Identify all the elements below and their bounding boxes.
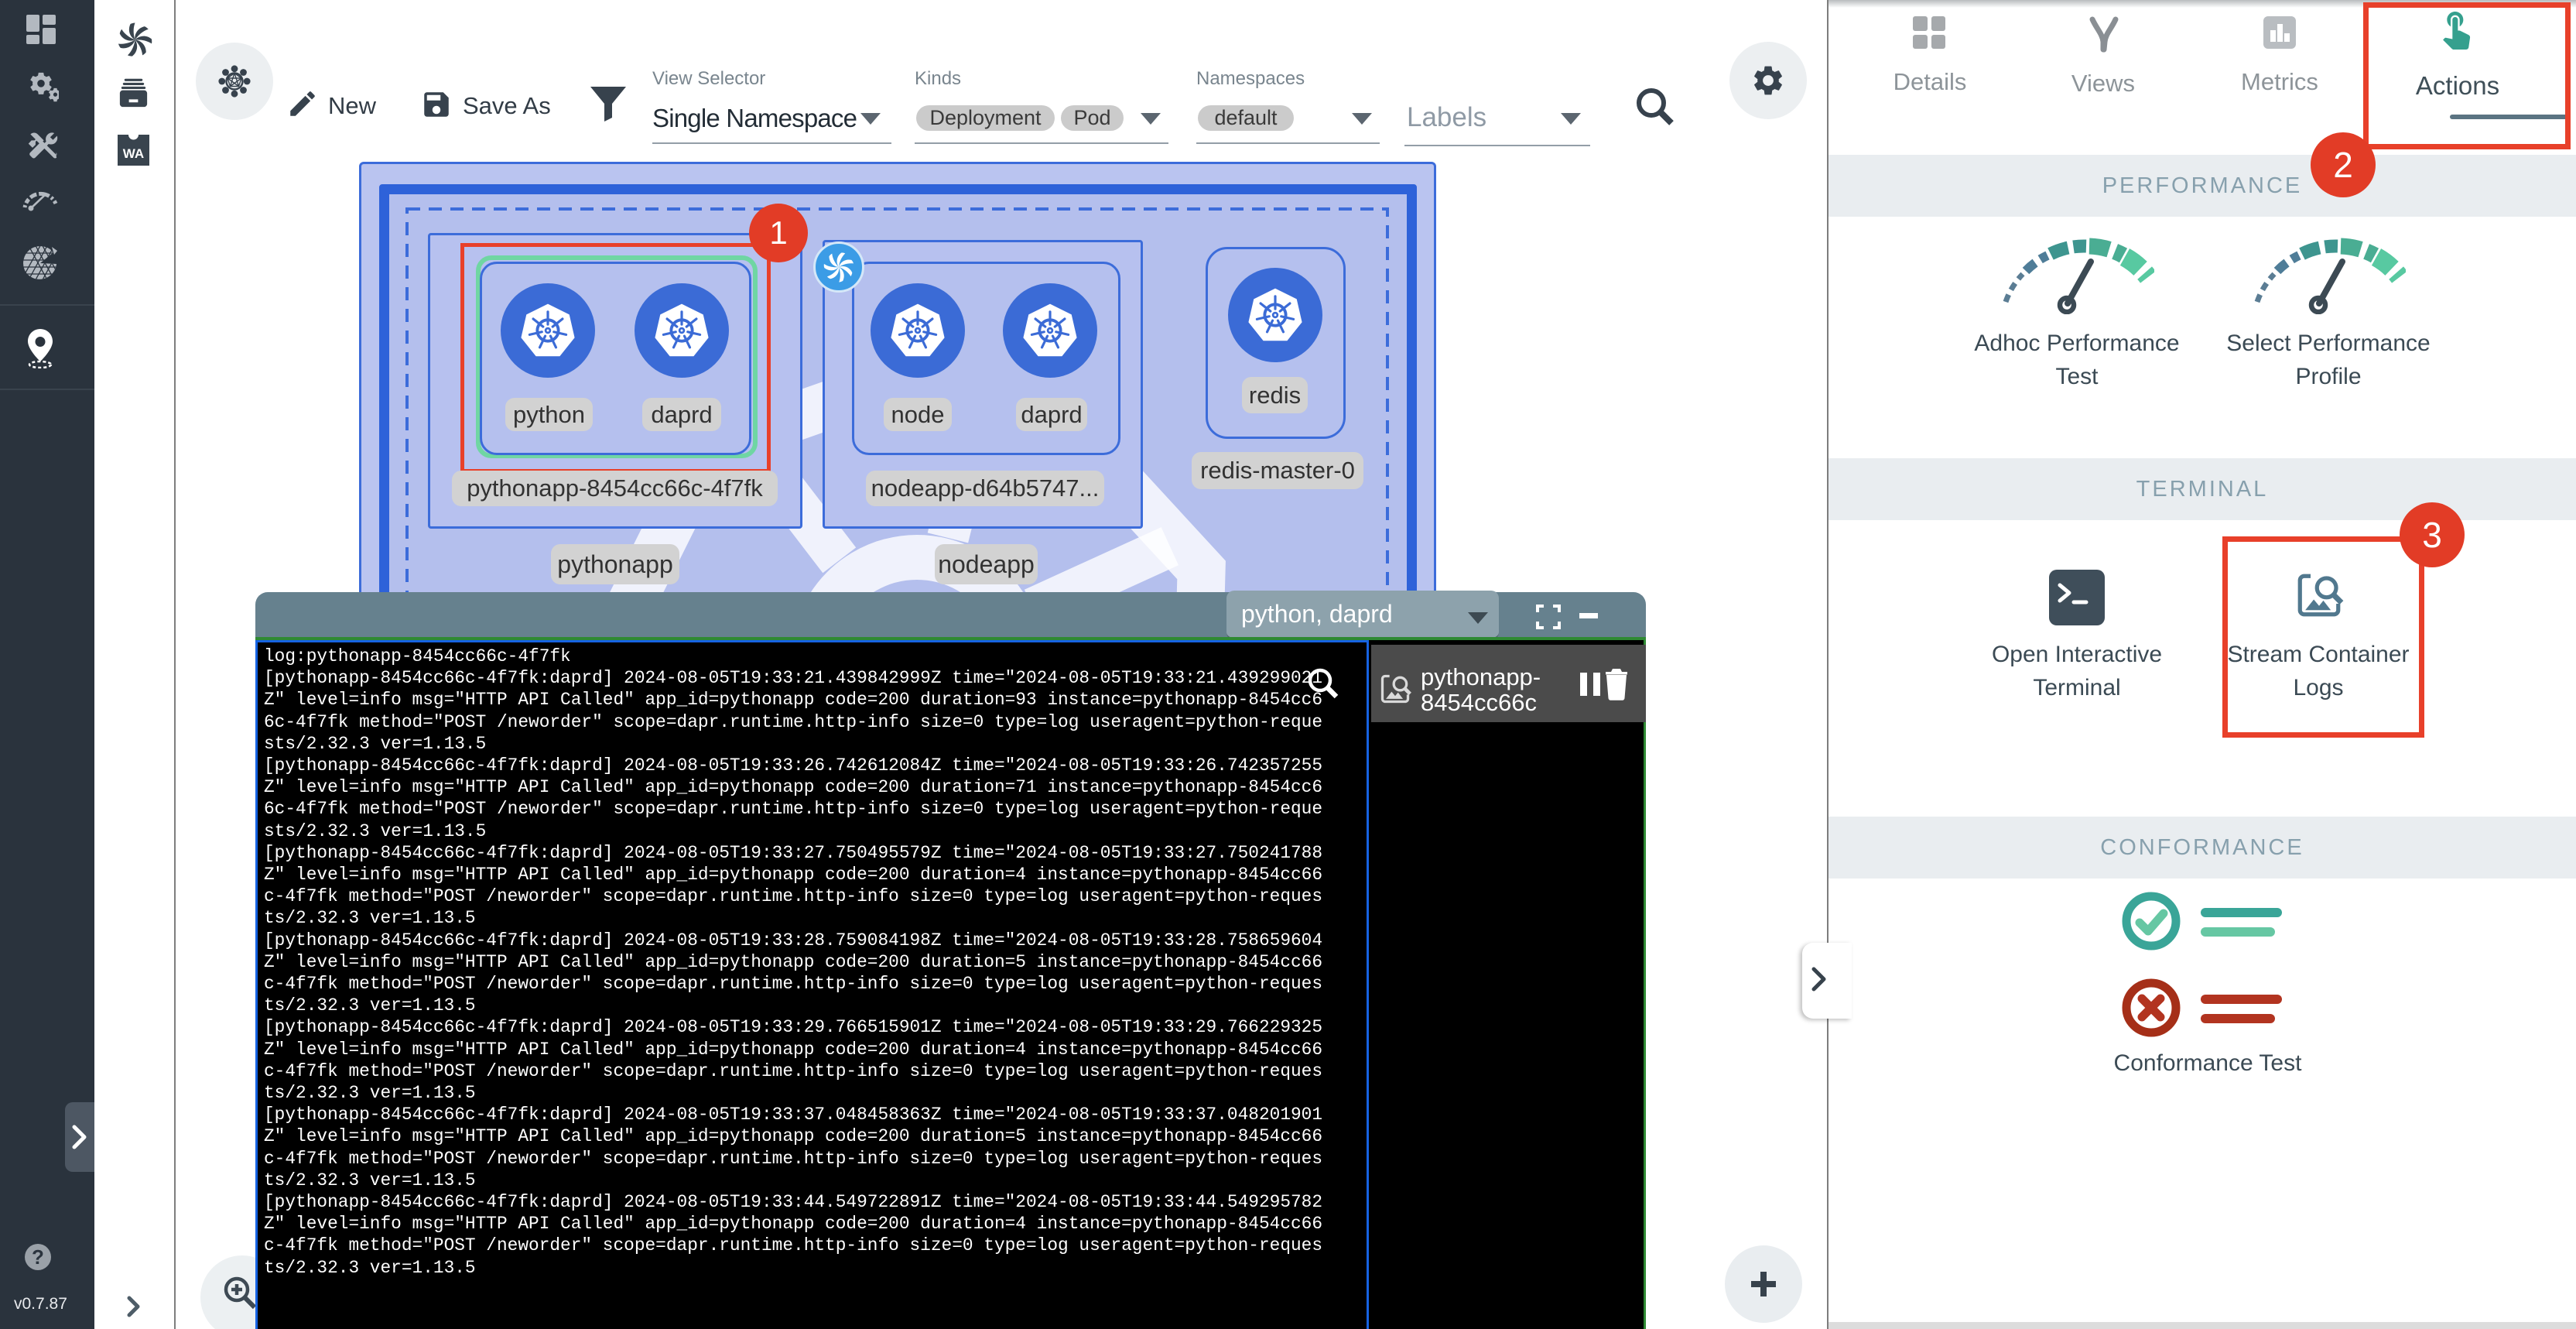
svg-text:WA: WA (123, 146, 144, 161)
